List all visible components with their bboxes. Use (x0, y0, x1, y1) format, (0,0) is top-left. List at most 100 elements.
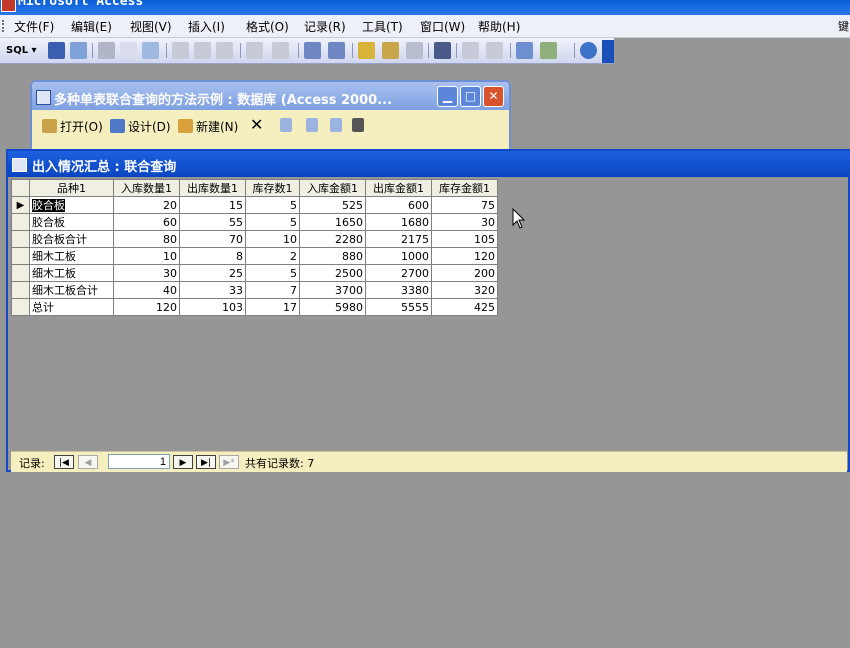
first-record-button[interactable]: |◀ (54, 455, 74, 469)
print-icon[interactable] (98, 42, 115, 59)
delete-icon[interactable]: ✕ (250, 115, 263, 134)
table-cell[interactable]: 320 (431, 281, 498, 299)
table-cell[interactable]: 600 (365, 196, 432, 214)
cut-icon[interactable] (172, 42, 189, 59)
table-row[interactable]: ▶ 胶合板 20 15 5 525 600 75 (11, 196, 498, 214)
design-button[interactable]: 设计(D) (110, 118, 171, 135)
save-icon[interactable] (48, 42, 65, 59)
table-cell[interactable]: 120 (431, 247, 498, 265)
new-button[interactable]: 新建(N) (178, 118, 238, 135)
table-cell[interactable]: 525 (299, 196, 366, 214)
column-header[interactable]: 库存金额1 (431, 179, 498, 197)
table-row[interactable]: 总计 120 103 17 5980 5555 425 (11, 298, 498, 316)
column-header[interactable]: 入库数量1 (113, 179, 180, 197)
record-selector[interactable] (11, 298, 30, 316)
table-cell[interactable]: 2175 (365, 230, 432, 248)
menu-file[interactable]: 文件(F) (14, 18, 54, 35)
column-header[interactable]: 出库数量1 (179, 179, 246, 197)
table-cell[interactable]: 5980 (299, 298, 366, 316)
table-cell[interactable]: 1650 (299, 213, 366, 231)
column-header[interactable]: 库存数1 (245, 179, 300, 197)
sort-ascending-icon[interactable] (304, 42, 321, 59)
record-selector[interactable] (11, 247, 30, 265)
table-row[interactable]: 细木工板 30 25 5 2500 2700 200 (11, 264, 498, 282)
table-cell[interactable]: 425 (431, 298, 498, 316)
spelling-icon[interactable] (142, 42, 159, 59)
table-cell[interactable]: 3380 (365, 281, 432, 299)
filter-by-selection-icon[interactable] (358, 42, 375, 59)
menu-insert[interactable]: 插入(I) (188, 18, 225, 35)
list-view-icon[interactable] (330, 118, 345, 133)
record-selector[interactable] (11, 213, 30, 231)
new-record-button[interactable]: ▶* (219, 455, 239, 469)
minimize-button[interactable]: ▁ (437, 86, 458, 107)
table-cell[interactable]: 80 (113, 230, 180, 248)
table-cell[interactable]: 1680 (365, 213, 432, 231)
small-icons-icon[interactable] (306, 118, 321, 133)
table-cell[interactable]: 细木工板合计 (29, 281, 114, 299)
table-cell[interactable]: 60 (113, 213, 180, 231)
close-button[interactable]: ✕ (483, 86, 504, 107)
table-row[interactable]: 胶合板合计 80 70 10 2280 2175 105 (11, 230, 498, 248)
delete-record-icon[interactable] (486, 42, 503, 59)
table-cell[interactable]: 20 (113, 196, 180, 214)
table-cell[interactable]: 细木工板 (29, 247, 114, 265)
paste-icon[interactable] (216, 42, 233, 59)
column-header[interactable]: 出库金额1 (365, 179, 432, 197)
menu-format[interactable]: 格式(O) (246, 18, 289, 35)
table-cell[interactable]: 胶合板 (29, 196, 114, 214)
large-icons-icon[interactable] (280, 118, 295, 133)
table-row[interactable]: 胶合板 60 55 5 1650 1680 30 (11, 213, 498, 231)
current-record-field[interactable] (108, 454, 170, 469)
table-cell[interactable]: 75 (431, 196, 498, 214)
table-cell[interactable]: 25 (179, 264, 246, 282)
table-cell[interactable]: 总计 (29, 298, 114, 316)
database-window-icon[interactable] (516, 42, 533, 59)
hyperlink-icon[interactable] (272, 42, 289, 59)
details-view-icon[interactable] (352, 118, 367, 133)
menu-records[interactable]: 记录(R) (304, 18, 346, 35)
table-cell[interactable]: 880 (299, 247, 366, 265)
menu-help[interactable]: 帮助(H) (478, 18, 520, 35)
table-cell[interactable]: 120 (113, 298, 180, 316)
find-icon[interactable] (434, 42, 451, 59)
new-record-icon[interactable] (462, 42, 479, 59)
print-preview-icon[interactable] (120, 42, 137, 59)
table-cell[interactable]: 1000 (365, 247, 432, 265)
table-cell[interactable]: 8 (179, 247, 246, 265)
copy-icon[interactable] (194, 42, 211, 59)
table-cell[interactable]: 55 (179, 213, 246, 231)
table-cell[interactable]: 10 (113, 247, 180, 265)
table-cell[interactable]: 细木工板 (29, 264, 114, 282)
table-cell[interactable]: 3700 (299, 281, 366, 299)
apply-filter-icon[interactable] (406, 42, 423, 59)
table-cell[interactable]: 103 (179, 298, 246, 316)
last-record-button[interactable]: ▶| (196, 455, 216, 469)
table-cell[interactable]: 胶合板合计 (29, 230, 114, 248)
record-selector[interactable] (11, 264, 30, 282)
sort-descending-icon[interactable] (328, 42, 345, 59)
table-cell[interactable]: 33 (179, 281, 246, 299)
column-header[interactable]: 品种1 (29, 179, 114, 197)
menu-tools[interactable]: 工具(T) (362, 18, 403, 35)
view-dropdown[interactable]: SQL ▾ (6, 41, 40, 60)
menu-edit[interactable]: 编辑(E) (71, 18, 112, 35)
maximize-button[interactable]: □ (460, 86, 481, 107)
record-selector[interactable]: ▶ (11, 196, 30, 214)
menu-view[interactable]: 视图(V) (130, 18, 172, 35)
table-cell[interactable]: 40 (113, 281, 180, 299)
column-header[interactable]: 入库金额1 (299, 179, 366, 197)
database-window-titlebar[interactable]: 多种单表联合查询的方法示例 : 数据库 (Access 2000... ▁ □ … (32, 82, 509, 110)
menu-window[interactable]: 窗口(W) (420, 18, 465, 35)
table-cell[interactable]: 2500 (299, 264, 366, 282)
filter-by-form-icon[interactable] (382, 42, 399, 59)
table-cell[interactable]: 胶合板 (29, 213, 114, 231)
open-button[interactable]: 打开(O) (42, 118, 103, 135)
table-cell[interactable]: 15 (179, 196, 246, 214)
table-cell[interactable]: 5 (245, 213, 300, 231)
record-selector[interactable] (11, 230, 30, 248)
new-object-icon[interactable] (540, 42, 557, 59)
undo-icon[interactable] (246, 42, 263, 59)
table-cell[interactable]: 70 (179, 230, 246, 248)
next-record-button[interactable]: ▶ (173, 455, 193, 469)
